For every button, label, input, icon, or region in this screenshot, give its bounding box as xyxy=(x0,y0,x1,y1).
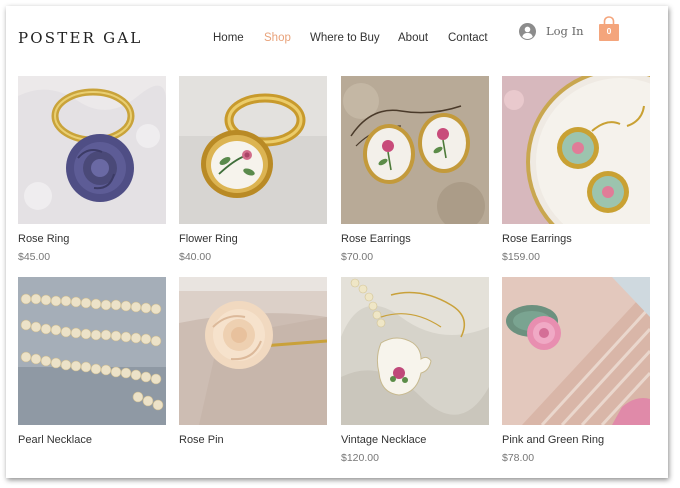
product-name[interactable]: Flower Ring xyxy=(179,233,238,245)
user-avatar-icon xyxy=(519,22,536,40)
product-image[interactable] xyxy=(502,277,650,425)
product-price: $159.00 xyxy=(502,251,540,263)
product-image[interactable] xyxy=(18,76,166,224)
product-card[interactable]: Pearl Necklace xyxy=(18,277,166,446)
nav-where-to-buy[interactable]: Where to Buy xyxy=(310,32,380,44)
product-card[interactable]: Rose Earrings $159.00 xyxy=(502,76,650,263)
product-image[interactable] xyxy=(341,76,489,224)
product-name[interactable]: Rose Earrings xyxy=(341,233,411,245)
product-card[interactable]: Flower Ring $40.00 xyxy=(179,76,327,263)
product-name[interactable]: Pink and Green Ring xyxy=(502,434,604,446)
brand-logo[interactable]: POSTER GAL xyxy=(18,29,142,47)
product-image[interactable] xyxy=(179,76,327,224)
product-image[interactable] xyxy=(341,277,489,425)
product-card[interactable]: Rose Pin xyxy=(179,277,327,446)
product-price: $120.00 xyxy=(341,452,379,464)
login-button[interactable]: Log In xyxy=(519,22,584,40)
product-name[interactable]: Pearl Necklace xyxy=(18,434,92,446)
product-name[interactable]: Rose Pin xyxy=(179,434,224,446)
product-price: $78.00 xyxy=(502,452,535,464)
product-price: $45.00 xyxy=(18,251,51,263)
login-label: Log In xyxy=(546,24,584,38)
product-card[interactable]: Vintage Necklace $120.00 xyxy=(341,277,489,464)
nav-about[interactable]: About xyxy=(398,32,428,44)
product-price: $40.00 xyxy=(179,251,212,263)
nav-home[interactable]: Home xyxy=(213,32,244,44)
product-price: $70.00 xyxy=(341,251,374,263)
nav-contact[interactable]: Contact xyxy=(448,32,488,44)
product-image[interactable] xyxy=(179,277,327,425)
product-image[interactable] xyxy=(18,277,166,425)
product-card[interactable]: Rose Ring $45.00 xyxy=(18,76,166,263)
cart-button[interactable]: 0 xyxy=(598,16,620,42)
product-name[interactable]: Vintage Necklace xyxy=(341,434,426,446)
nav-shop[interactable]: Shop xyxy=(264,32,291,44)
product-name[interactable]: Rose Ring xyxy=(18,233,69,245)
product-name[interactable]: Rose Earrings xyxy=(502,233,572,245)
product-image[interactable] xyxy=(502,76,650,224)
product-card[interactable]: Pink and Green Ring $78.00 xyxy=(502,277,650,464)
product-card[interactable]: Rose Earrings $70.00 xyxy=(341,76,489,263)
cart-count: 0 xyxy=(606,26,612,36)
